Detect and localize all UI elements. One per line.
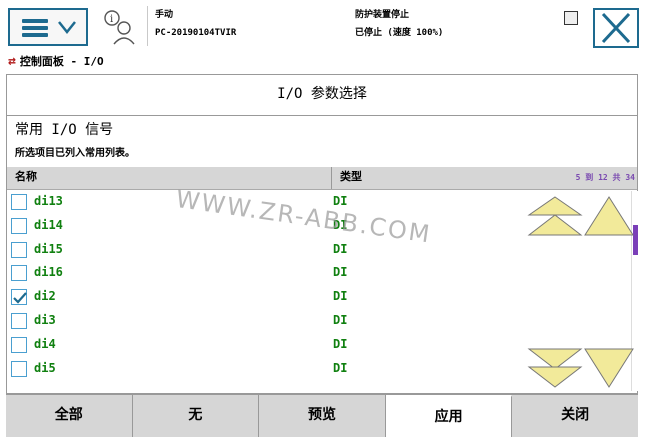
row-checkbox[interactable] (11, 336, 27, 353)
signal-type: DI (333, 360, 348, 375)
svg-text:i: i (110, 14, 113, 25)
table-row[interactable]: di15 DI (7, 239, 637, 263)
chevron-down-icon (58, 21, 76, 35)
row-checkbox[interactable] (11, 360, 27, 377)
row-checkbox[interactable] (11, 289, 27, 306)
page-title: I/O 参数选择 (7, 75, 637, 116)
row-checkbox[interactable] (11, 312, 27, 329)
main-menu-button[interactable] (8, 8, 88, 46)
operator-info-icon[interactable]: i (102, 8, 138, 46)
scroll-up-button[interactable] (583, 195, 635, 237)
table-row[interactable]: di2 DI (7, 286, 637, 310)
signal-type: DI (333, 289, 348, 304)
row-range-label: 5 到 12 共 34 (575, 173, 635, 182)
column-header-name: 名称 (15, 170, 37, 183)
close-icon (601, 12, 631, 44)
row-checkbox[interactable] (11, 194, 27, 210)
select-all-button[interactable]: 全部 (6, 395, 133, 437)
signal-type: DI (333, 241, 348, 256)
signal-name: di16 (34, 265, 63, 280)
signal-name: di15 (34, 241, 63, 256)
scroll-down-button[interactable] (583, 347, 635, 389)
signal-type: DI (333, 194, 348, 208)
table-row[interactable]: di3 DI (7, 310, 637, 334)
checkmark-icon (13, 292, 27, 304)
close-button[interactable]: 关闭 (512, 395, 638, 437)
status-mode: 手动 (155, 10, 174, 20)
signal-type: DI (333, 336, 348, 351)
top-bar: i 手动 PC-20190104TVIR 防护装置停止 已停止 (速度 100%… (0, 0, 646, 52)
close-window-button[interactable] (593, 8, 639, 48)
signal-name: di2 (34, 289, 56, 304)
signal-name: di13 (34, 194, 63, 208)
io-selection-panel: I/O 参数选择 常用 I/O 信号 所选项目已列入常用列表。 名称 类型 5 … (6, 74, 638, 394)
status-safety: 防护装置停止 (355, 10, 410, 20)
signal-type: DI (333, 265, 348, 280)
status-mode-cell: 手动 PC-20190104TVIR (155, 6, 236, 46)
section-subtitle: 所选项目已列入常用列表。 (15, 148, 135, 159)
table-row[interactable]: di16 DI (7, 262, 637, 286)
row-checkbox[interactable] (11, 217, 27, 234)
signal-type: DI (333, 312, 348, 327)
status-state: 已停止 (速度 100%) (355, 28, 444, 38)
row-checkbox[interactable] (11, 265, 27, 282)
swap-arrows-icon: ⇄ (8, 54, 16, 69)
column-header-type: 类型 (331, 167, 362, 189)
status-state-cell: 防护装置停止 已停止 (速度 100%) (355, 6, 443, 46)
table-header: 名称 类型 5 到 12 共 34 (7, 167, 637, 190)
page-down-button[interactable] (527, 347, 583, 389)
status-controller: PC-20190104TVIR (155, 28, 237, 38)
breadcrumb: ⇄ 控制面板 - I/O (0, 52, 646, 74)
section-title: 常用 I/O 信号 (15, 122, 114, 138)
select-none-button[interactable]: 无 (133, 395, 260, 437)
preview-button[interactable]: 预览 (259, 395, 386, 437)
signal-name: di14 (34, 217, 63, 232)
bottom-toolbar: 全部 无 预览 应用 关闭 (6, 394, 638, 437)
page-up-button[interactable] (527, 195, 583, 237)
signal-name: di4 (34, 336, 56, 351)
apply-button[interactable]: 应用 (385, 395, 513, 437)
window-icon[interactable] (564, 11, 578, 25)
row-checkbox[interactable] (11, 241, 27, 258)
signal-name: di3 (34, 312, 56, 327)
hamburger-icon (22, 19, 48, 37)
breadcrumb-label: 控制面板 - I/O (19, 55, 104, 68)
status-divider (147, 6, 148, 46)
signal-name: di5 (34, 360, 56, 375)
signal-type: DI (333, 217, 348, 232)
